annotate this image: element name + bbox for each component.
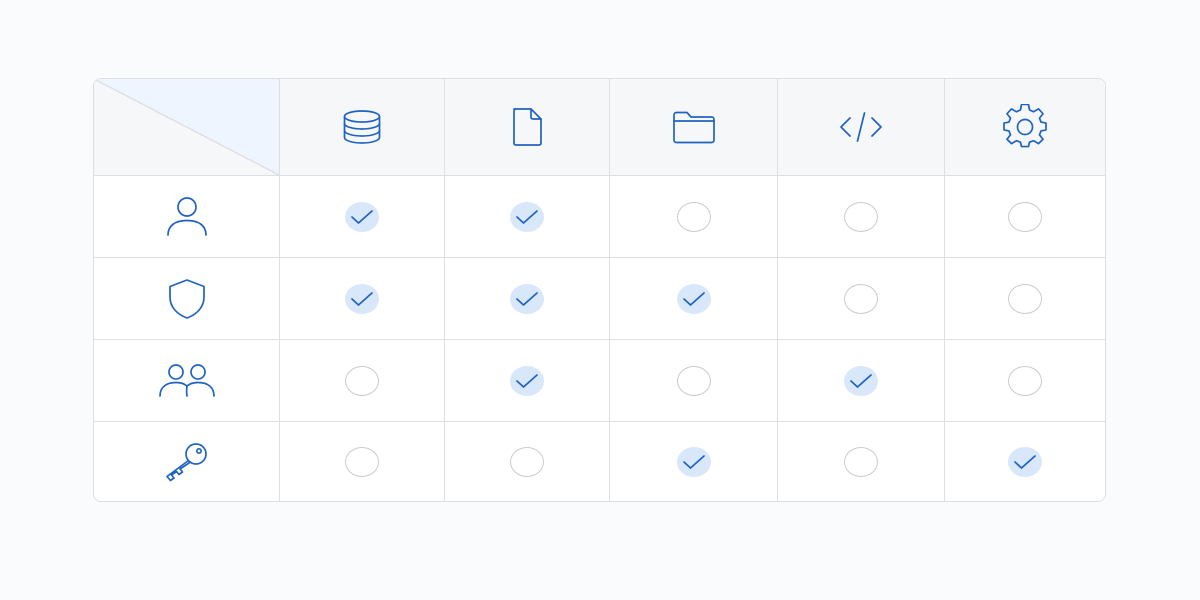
permission-toggle[interactable] xyxy=(676,446,711,477)
permission-cell xyxy=(945,340,1105,422)
permission-cell xyxy=(280,340,445,422)
gear-icon xyxy=(1002,104,1048,150)
user-icon xyxy=(165,195,209,239)
column-header-settings xyxy=(945,79,1105,176)
database-icon xyxy=(342,107,382,147)
permission-toggle[interactable] xyxy=(844,283,878,314)
group-icon xyxy=(158,363,216,399)
row-header-group xyxy=(94,340,280,422)
permission-toggle[interactable] xyxy=(1008,446,1042,477)
permission-toggle[interactable] xyxy=(844,201,878,232)
permission-cell xyxy=(610,258,778,340)
permission-toggle[interactable] xyxy=(676,201,711,232)
corner-cell xyxy=(94,79,280,176)
row-header-user xyxy=(94,176,280,258)
column-header-folder xyxy=(610,79,778,176)
permission-cell xyxy=(280,176,445,258)
code-icon xyxy=(837,109,885,145)
permission-toggle[interactable] xyxy=(1008,201,1042,232)
column-header-file xyxy=(445,79,610,176)
permission-toggle[interactable] xyxy=(1008,283,1042,314)
folder-icon xyxy=(672,109,716,145)
permission-cell xyxy=(778,340,945,422)
permission-cell xyxy=(945,258,1105,340)
permission-toggle[interactable] xyxy=(345,446,379,477)
permission-toggle[interactable] xyxy=(676,365,711,396)
permission-cell xyxy=(945,422,1105,501)
permission-toggle[interactable] xyxy=(345,201,379,232)
permission-toggle[interactable] xyxy=(510,446,544,477)
permission-cell xyxy=(445,422,610,501)
file-icon xyxy=(509,107,545,147)
permission-cell xyxy=(610,422,778,501)
permission-cell xyxy=(445,258,610,340)
permission-cell xyxy=(445,340,610,422)
permission-cell xyxy=(778,422,945,501)
permission-toggle[interactable] xyxy=(844,365,878,396)
key-icon xyxy=(164,442,210,482)
permission-cell xyxy=(778,176,945,258)
permission-cell xyxy=(445,176,610,258)
permission-toggle[interactable] xyxy=(844,446,878,477)
permission-toggle[interactable] xyxy=(510,201,544,232)
row-header-shield xyxy=(94,258,280,340)
permission-toggle[interactable] xyxy=(510,365,544,396)
permission-toggle[interactable] xyxy=(345,283,379,314)
permission-cell xyxy=(945,176,1105,258)
shield-icon xyxy=(167,278,207,320)
permission-cell xyxy=(280,422,445,501)
permission-toggle[interactable] xyxy=(510,283,544,314)
column-header-code xyxy=(778,79,945,176)
permission-cell xyxy=(280,258,445,340)
permission-toggle[interactable] xyxy=(1008,365,1042,396)
permission-cell xyxy=(610,340,778,422)
permission-toggle[interactable] xyxy=(345,365,379,396)
permission-cell xyxy=(778,258,945,340)
permission-toggle[interactable] xyxy=(676,283,711,314)
row-header-key xyxy=(94,422,280,501)
permission-matrix xyxy=(93,78,1106,502)
permission-cell xyxy=(610,176,778,258)
column-header-database xyxy=(280,79,445,176)
